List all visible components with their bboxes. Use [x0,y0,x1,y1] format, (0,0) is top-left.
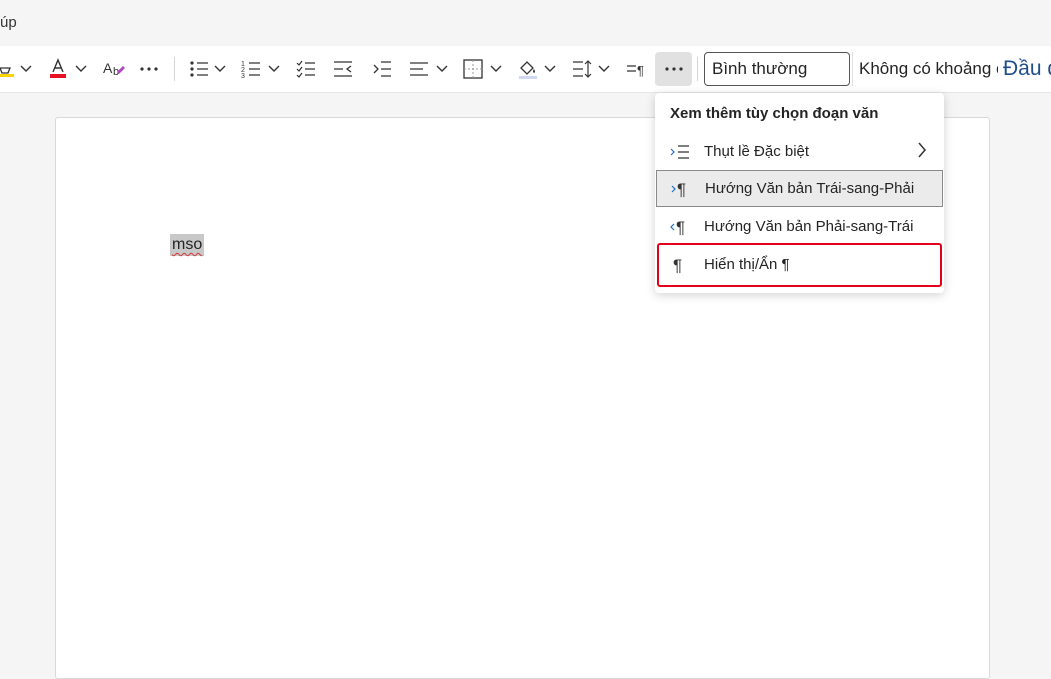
more-icon [140,67,158,71]
align-button[interactable] [408,46,430,92]
chevron-down-icon[interactable] [75,46,87,92]
menu-item-ltr-direction[interactable]: ¶ Hướng Văn bản Trái-sang-Phải [656,170,943,207]
svg-text:¶: ¶ [676,218,685,236]
more-font-options-button[interactable] [138,46,160,92]
highlight-annotation [657,243,942,287]
style-no-spacing[interactable]: Không có khoảng cách [852,52,998,86]
paragraph-spacing-icon: ¶ [627,63,644,78]
line-spacing-icon [573,60,592,78]
chevron-down-icon[interactable] [214,46,226,92]
style-normal[interactable]: Bình thường [704,52,850,86]
chevron-down-icon[interactable] [598,46,610,92]
numbering-button[interactable]: 123 [240,46,262,92]
menu-item-special-indent[interactable]: Thụt lề Đặc biệt [656,133,943,170]
menu-item-label: Thụt lề Đặc biệt [704,143,810,160]
increase-indent-button[interactable] [371,46,393,92]
paragraph-spacing-button[interactable]: ¶ [625,46,647,92]
decrease-indent-icon [334,61,352,77]
borders-button[interactable] [462,46,484,92]
menu-title: Xem thêm tùy chọn đoạn văn [670,105,879,122]
help-tab[interactable]: úp [0,14,17,31]
clear-formatting-button[interactable]: Ab [101,46,127,92]
svg-text:A: A [103,60,113,76]
menu-item-rtl-direction[interactable]: ¶ Hướng Văn bản Phải-sang-Trái [656,208,943,245]
shading-button[interactable] [517,46,539,92]
checklist-button[interactable] [295,46,317,92]
more-icon [664,67,683,71]
chevron-down-icon[interactable] [436,46,448,92]
align-left-icon [410,62,428,76]
increase-indent-icon [373,61,391,77]
bullets-button[interactable] [188,46,210,92]
highlight-color-button[interactable] [0,46,16,92]
ltr-paragraph-icon: ¶ [657,180,705,198]
toolbar-divider [697,57,698,81]
chevron-right-icon [917,141,927,159]
document-text[interactable]: mso [170,234,205,256]
chevron-down-icon[interactable] [20,46,32,92]
numbered-list-icon: 123 [241,61,260,79]
line-spacing-button[interactable] [571,46,593,92]
font-color-button[interactable] [48,46,68,92]
bullet-list-icon [190,61,208,77]
checklist-icon [296,60,315,78]
menu-item-label: Hướng Văn bản Trái-sang-Phải [705,180,915,197]
highlighter-icon [0,67,14,77]
menu-item-label: Hướng Văn bản Phải-sang-Trái [704,218,914,235]
svg-text:3: 3 [241,73,245,79]
font-color-icon [50,58,66,78]
svg-text:¶: ¶ [677,180,686,198]
chevron-down-icon[interactable] [490,46,502,92]
chevron-down-icon[interactable] [268,46,280,92]
chevron-down-icon[interactable] [544,46,556,92]
special-indent-icon [656,143,704,161]
paint-bucket-icon [519,61,537,79]
decrease-indent-button[interactable] [332,46,354,92]
toolbar-divider [174,57,175,81]
clear-formatting-icon: Ab [103,60,125,78]
style-heading[interactable]: Đầu đ [1000,52,1051,86]
rtl-paragraph-icon: ¶ [656,218,704,236]
borders-icon [463,59,483,79]
svg-text:¶: ¶ [637,63,644,78]
more-paragraph-options-button[interactable] [655,52,692,86]
